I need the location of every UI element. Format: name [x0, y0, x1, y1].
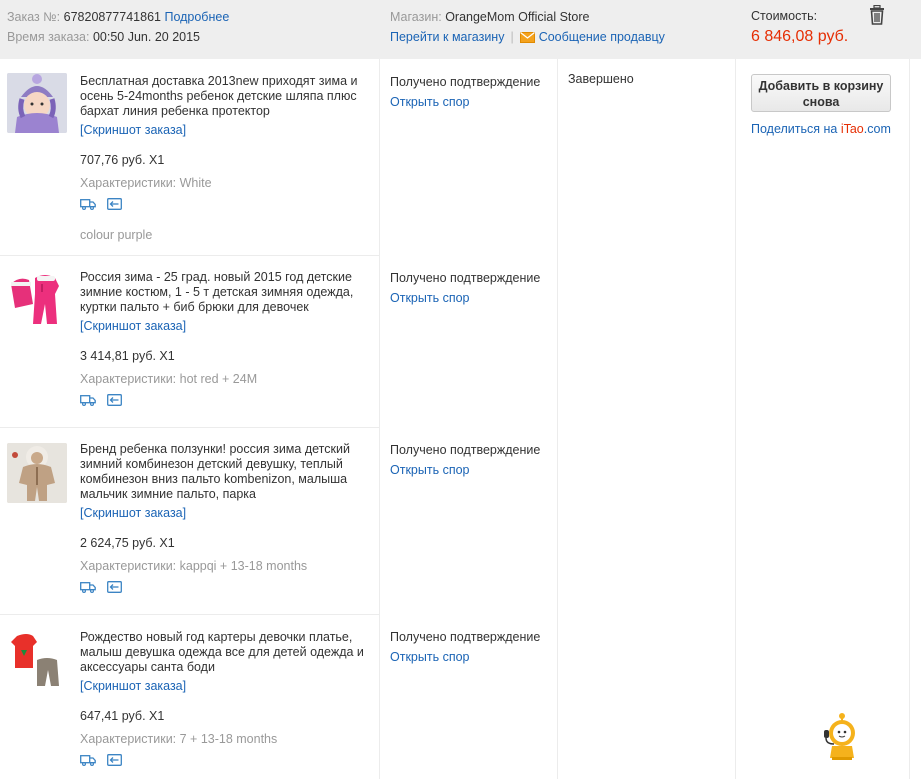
product-info: Рождество новый год картеры девочки плат… [80, 630, 370, 768]
product-title[interactable]: Бесплатная доставка 2013new приходят зим… [80, 74, 357, 118]
shipping-truck-icon[interactable] [80, 754, 96, 770]
shipping-truck-icon[interactable] [80, 394, 96, 410]
product-title[interactable]: Бренд ребенка ползунки! россия зима детс… [80, 442, 350, 501]
status-text: Получено подтверждение [390, 75, 541, 89]
item-status: Получено подтверждение Открыть спор [390, 72, 540, 112]
order-snapshot-link[interactable]: [Скриншот заказа] [80, 319, 370, 334]
order-snapshot-link[interactable]: [Скриншот заказа] [80, 679, 370, 694]
item-service-icons [80, 394, 370, 408]
product-title[interactable]: Россия зима - 25 град. новый 2015 год де… [80, 270, 353, 314]
cost-value: 6 846,08 руб. [751, 28, 849, 45]
message-seller-link[interactable]: Сообщение продавцу [539, 30, 665, 44]
column-divider [557, 59, 558, 779]
share-brand-domain: .com [863, 122, 891, 136]
share-brand-itao: iTao [840, 122, 864, 136]
product-info: Россия зима - 25 град. новый 2015 год де… [80, 270, 370, 408]
item-service-icons [80, 581, 370, 595]
row-divider [0, 614, 380, 615]
shipping-truck-icon[interactable] [80, 581, 96, 597]
product-thumbnail[interactable] [7, 268, 67, 328]
order-time: 00:50 Jun. 20 2015 [92, 30, 201, 44]
product-properties: Характеристики: kappqi + 13-18 months [80, 559, 308, 573]
open-dispute-link[interactable]: Открыть спор [390, 463, 470, 477]
order-number-label: Заказ №: [7, 10, 61, 24]
product-info: Бренд ребенка ползунки! россия зима детс… [80, 442, 370, 595]
shipping-truck-icon[interactable] [80, 198, 96, 214]
cost-label: Стоимость: [751, 9, 818, 23]
product-thumbnail[interactable] [7, 630, 67, 690]
robot-assistant-icon[interactable] [820, 712, 864, 760]
item-status: Получено подтверждение Открыть спор [390, 627, 540, 667]
product-price: 707,76 руб. X1 [80, 153, 165, 167]
share-on-itao: Поделиться на iTao.com [751, 122, 891, 136]
store-name: OrangeMom Official Store [445, 10, 590, 24]
store-meta: Магазин: OrangeMom Official Store Перейт… [390, 7, 665, 49]
product-price: 2 624,75 руб. X1 [80, 536, 175, 550]
product-info: Бесплатная доставка 2013new приходят зим… [80, 74, 370, 243]
product-properties: Характеристики: White [80, 176, 212, 190]
order-snapshot-link[interactable]: [Скриншот заказа] [80, 506, 370, 521]
product-thumbnail[interactable] [7, 73, 67, 133]
envelope-icon [519, 29, 535, 49]
order-meta: Заказ №: 67820877741861 Подробнее Время … [7, 7, 229, 47]
row-divider [0, 427, 380, 428]
share-prefix: Поделиться на [751, 122, 841, 136]
item-service-icons [80, 198, 370, 212]
item-status: Получено подтверждение Открыть спор [390, 440, 540, 480]
add-to-cart-again-button[interactable]: Добавить в корзину снова [751, 74, 891, 112]
order-status: Завершено [568, 72, 634, 86]
column-divider [735, 59, 736, 779]
status-text: Получено подтверждение [390, 443, 541, 457]
go-to-store-link[interactable]: Перейти к магазину [390, 30, 504, 44]
order-cost: Стоимость: 6 846,08 руб. [751, 6, 848, 48]
status-text: Получено подтверждение [390, 271, 541, 285]
status-text: Получено подтверждение [390, 630, 541, 644]
open-dispute-link[interactable]: Открыть спор [390, 650, 470, 664]
product-properties: Характеристики: 7 + 13-18 months [80, 732, 278, 746]
store-label: Магазин: [390, 10, 442, 24]
product-extra-note: colour purple [80, 228, 153, 242]
link-separator: | [510, 30, 514, 44]
column-divider [909, 59, 910, 779]
return-icon[interactable] [107, 581, 123, 597]
order-snapshot-link[interactable]: [Скриншот заказа] [80, 123, 370, 138]
product-price: 647,41 руб. X1 [80, 709, 165, 723]
item-status: Получено подтверждение Открыть спор [390, 268, 540, 308]
open-dispute-link[interactable]: Открыть спор [390, 291, 470, 305]
return-icon[interactable] [107, 198, 123, 214]
share-link[interactable]: Поделиться на iTao.com [751, 122, 891, 136]
order-time-label: Время заказа: [7, 30, 90, 44]
column-divider [379, 59, 380, 779]
order-number: 67820877741861 [63, 10, 161, 24]
trash-icon[interactable] [868, 4, 886, 25]
order-header: Заказ №: 67820877741861 Подробнее Время … [0, 0, 921, 59]
open-dispute-link[interactable]: Открыть спор [390, 95, 470, 109]
product-title[interactable]: Рождество новый год картеры девочки плат… [80, 630, 364, 674]
return-icon[interactable] [107, 394, 123, 410]
product-price: 3 414,81 руб. X1 [80, 349, 175, 363]
return-icon[interactable] [107, 754, 123, 770]
product-properties: Характеристики: hot red + 24M [80, 372, 258, 386]
order-details-link[interactable]: Подробнее [164, 10, 229, 24]
row-divider [0, 255, 380, 256]
product-thumbnail[interactable] [7, 443, 67, 503]
item-service-icons [80, 754, 370, 768]
